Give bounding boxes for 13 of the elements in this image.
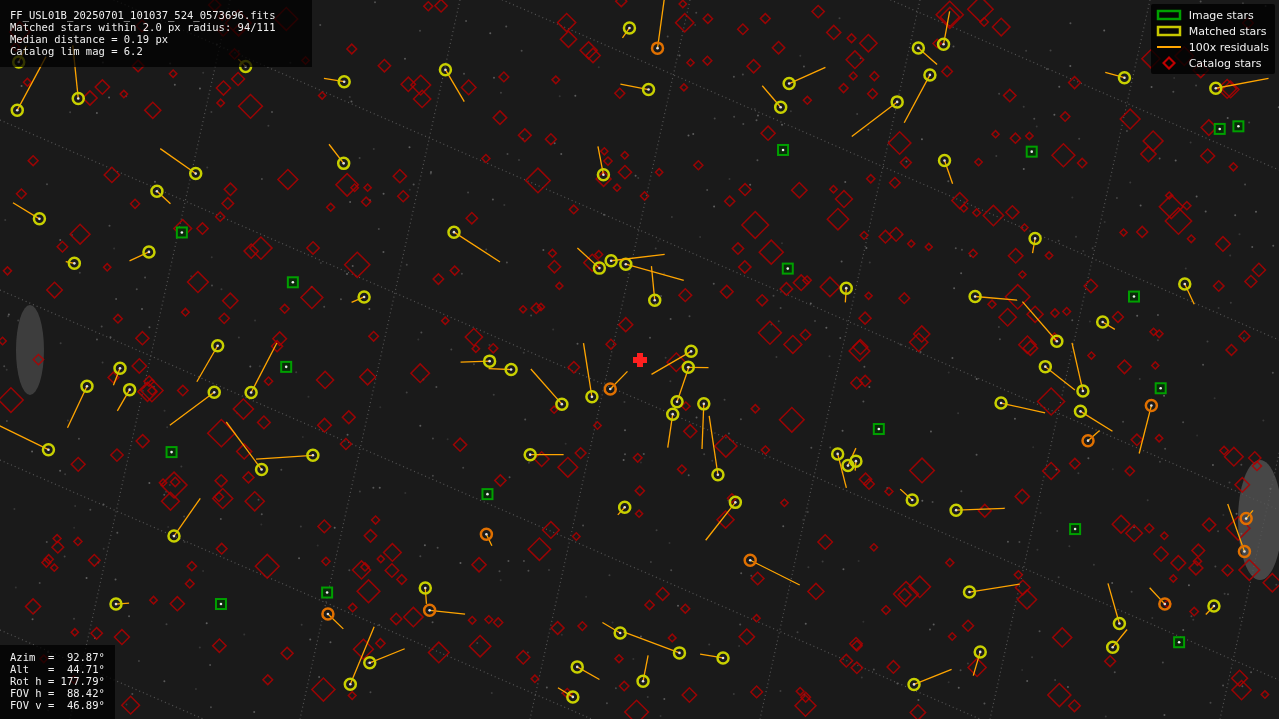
pointing-text: Alt = 44.71° — [10, 663, 105, 675]
legend-label: Image stars — [1188, 8, 1254, 22]
pointing-text: FOV h = 88.42° — [10, 687, 105, 699]
legend-label: 100x residuals — [1188, 40, 1269, 54]
info-text: Matched stars within 2.0 px radius: 94/111 — [10, 21, 277, 33]
legend-label: Catalog stars — [1188, 56, 1262, 70]
pointing-text: Rot h = 177.79° — [10, 675, 105, 687]
info-text: FF_USL01B_20250701_101037_524_0573696.fits — [10, 9, 277, 21]
pointing-text: Azim = 92.87° — [10, 651, 105, 663]
info-text: Catalog lim mag = 6.2 — [10, 45, 144, 57]
pointing-text: FOV v = 46.89° — [10, 699, 105, 711]
info-text: Median distance = 0.19 px — [10, 33, 170, 45]
legend-label: Matched stars — [1188, 24, 1267, 38]
